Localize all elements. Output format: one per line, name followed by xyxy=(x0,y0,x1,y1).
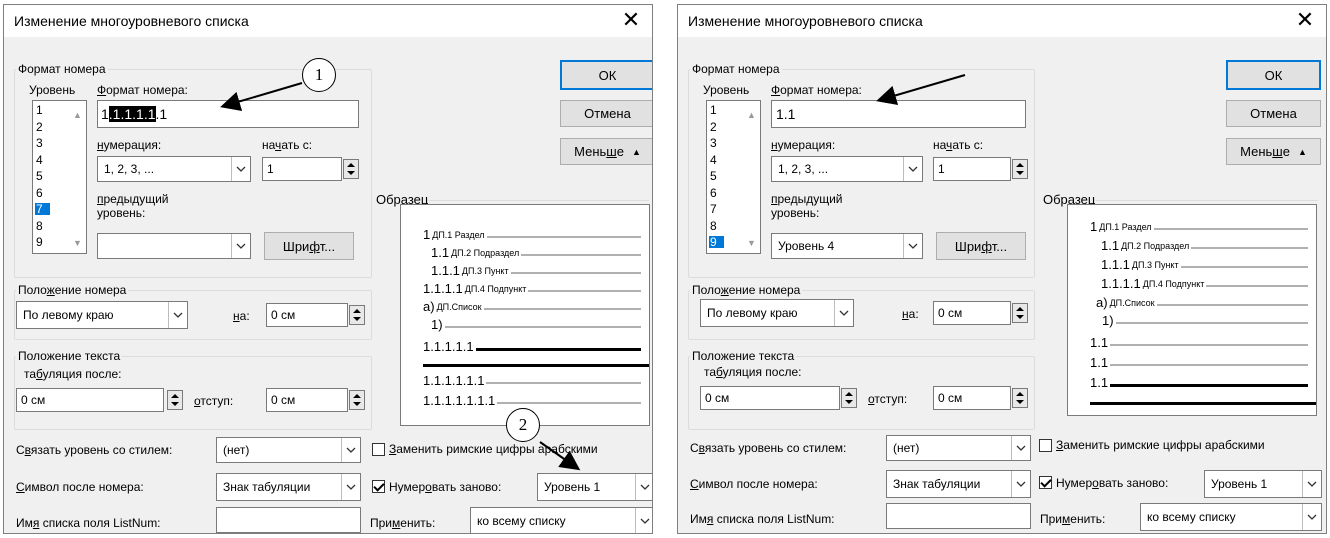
callout-arrow-1 xyxy=(220,82,303,112)
callout-marker-1: 1 xyxy=(302,58,336,92)
annotation-arrow-right xyxy=(876,74,966,106)
callout-marker-2: 2 xyxy=(506,408,540,442)
callout-arrow-2 xyxy=(539,441,581,471)
annotation-arrows xyxy=(220,74,966,471)
